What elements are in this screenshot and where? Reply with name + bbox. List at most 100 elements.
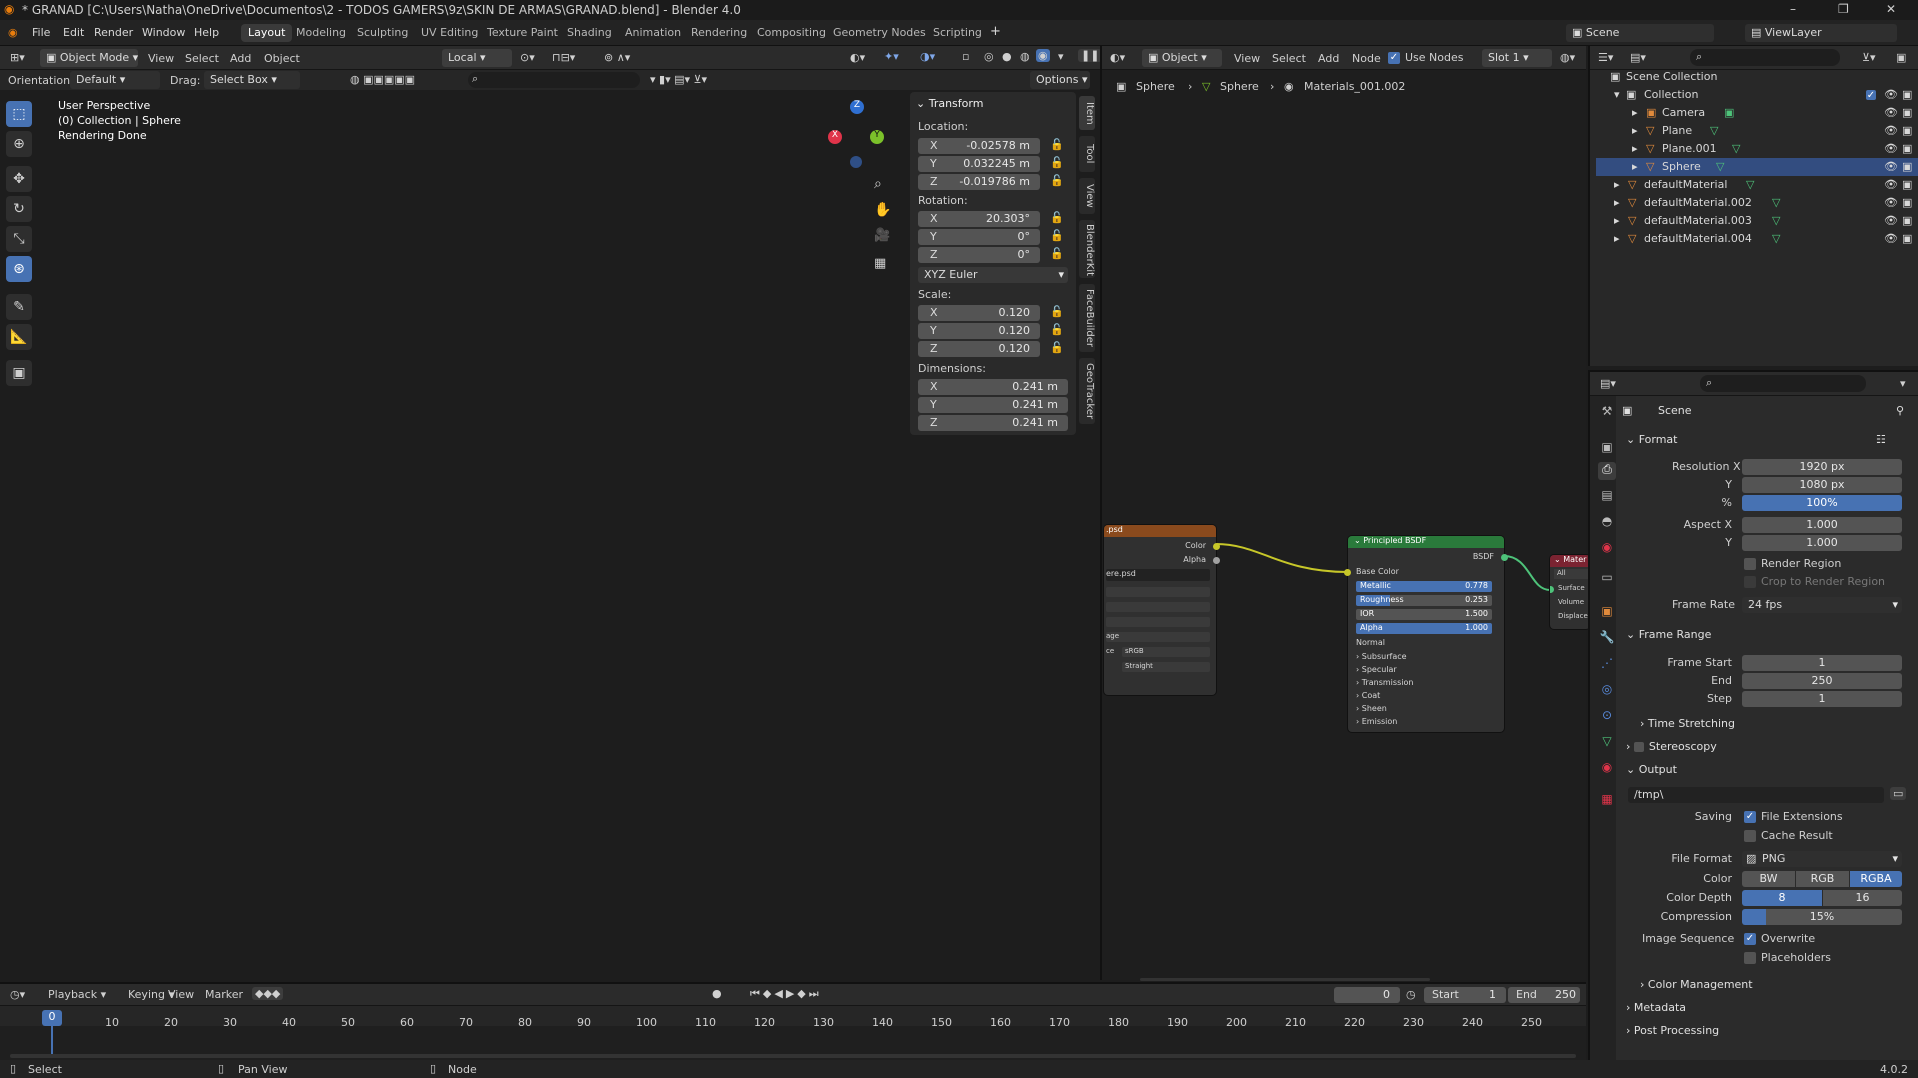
timeline-menu-playback[interactable]: Playback ▾ — [48, 988, 106, 1001]
gizmo-z-axis[interactable]: Z — [850, 100, 864, 114]
output-panel-header[interactable]: ⌄ Output — [1626, 763, 1677, 776]
outliner-search-input[interactable]: ⌕ — [1690, 49, 1840, 66]
options-button[interactable]: Options ▾ — [1030, 71, 1090, 89]
scale-x-field[interactable]: X 0.120 — [918, 305, 1040, 321]
menu-render[interactable]: Render — [94, 26, 133, 39]
menu-file[interactable]: File — [32, 26, 50, 39]
tab-shading[interactable]: Shading — [560, 24, 619, 42]
outliner-row-material-4[interactable]: ▸ ▽ defaultMaterial.004 ▽ 👁 ▣ — [1596, 230, 1918, 248]
gizmo-x-axis[interactable]: X — [828, 130, 842, 144]
rotation-x-field[interactable]: X 20.303° — [918, 211, 1040, 227]
lock-location-y-icon[interactable]: 🔓 — [1050, 156, 1064, 169]
stereoscopy-panel-header[interactable]: › Stereoscopy — [1626, 740, 1717, 753]
render-camera-icon[interactable]: ▣ — [1902, 214, 1912, 227]
visibility-eye-icon[interactable]: 👁 — [1884, 196, 1898, 209]
source-dropdown[interactable]: age — [1106, 632, 1210, 642]
shading-material-icon[interactable]: ◍ — [1020, 50, 1030, 63]
outliner-row-plane[interactable]: ▸ ▽ Plane ▽ 👁 ▣ — [1596, 122, 1918, 140]
alpha-mode-dropdown[interactable]: Straight — [1122, 662, 1210, 672]
texture-properties-icon[interactable]: ▦ — [1598, 792, 1616, 810]
post-processing-panel-header[interactable]: › Post Processing — [1626, 1024, 1719, 1037]
frame-rate-dropdown[interactable]: 24 fps ▾ — [1742, 597, 1902, 613]
tool-search-input[interactable]: ⌕ — [468, 72, 640, 88]
color-mode-bw[interactable]: BW — [1742, 871, 1795, 887]
new-collection-icon[interactable]: ▣ — [1896, 51, 1906, 64]
time-stretching-panel-header[interactable]: › Time Stretching — [1640, 717, 1735, 730]
transform-tool-icon[interactable]: ⊛ — [6, 256, 32, 282]
node-editor-scrollbar[interactable] — [1140, 978, 1430, 981]
format-panel-header[interactable]: ⌄ Format — [1626, 433, 1677, 446]
select-tool-icon[interactable]: ⬚ — [6, 101, 32, 127]
dimensions-z-field[interactable]: Z 0.241 m — [918, 415, 1068, 431]
particles-properties-icon[interactable]: ⋰ — [1598, 656, 1616, 674]
gizmo-y-axis[interactable]: Y — [870, 130, 884, 144]
transform-panel-title[interactable]: ⌄ Transform — [916, 97, 983, 110]
pivot-icon[interactable]: ⊙▾ — [520, 51, 535, 64]
overwrite-checkbox[interactable]: ✓ Overwrite — [1744, 932, 1815, 945]
resolution-x-field[interactable]: 1920 px — [1742, 459, 1902, 475]
lock-rotation-y-icon[interactable]: 🔓 — [1050, 229, 1064, 242]
shading-rendered-icon[interactable]: ◉ — [1036, 49, 1050, 62]
display-mode-icon[interactable]: ▤▾ — [1630, 51, 1646, 64]
render-camera-icon[interactable]: ▣ — [1902, 232, 1912, 245]
annotate-tool-icon[interactable]: ✎ — [6, 294, 32, 320]
move-tool-icon[interactable]: ✥ — [6, 166, 32, 192]
scale-y-field[interactable]: Y 0.120 — [918, 323, 1040, 339]
bsdf-node-header[interactable]: ⌄ Principled BSDF — [1348, 536, 1504, 548]
close-button[interactable]: ✕ — [1886, 2, 1896, 16]
filter-icon[interactable]: ▾ ▮▾ ▤▾ ⊻▾ — [650, 73, 707, 86]
visibility-eye-icon[interactable]: 👁 — [1884, 178, 1898, 191]
outliner-editor-type-icon[interactable]: ☰▾ — [1598, 51, 1613, 64]
use-nodes-checkbox[interactable]: ✓ Use Nodes — [1388, 51, 1464, 64]
tab-scripting[interactable]: Scripting — [926, 24, 989, 42]
tab-texture-paint[interactable]: Texture Paint — [480, 24, 565, 42]
colorspace-dropdown[interactable]: sRGB — [1122, 647, 1210, 657]
timeline-menu-marker[interactable]: Marker — [205, 988, 243, 1001]
end-frame-field[interactable]: End 250 — [1508, 987, 1580, 1003]
roughness-field[interactable]: Roughness 0.253 — [1356, 595, 1492, 606]
render-region-checkbox[interactable]: Render Region — [1744, 557, 1841, 570]
lock-rotation-x-icon[interactable]: 🔓 — [1050, 211, 1064, 224]
lock-rotation-z-icon[interactable]: 🔓 — [1050, 247, 1064, 260]
metallic-field[interactable]: Metallic 0.778 — [1356, 581, 1492, 592]
mode-selector[interactable]: ▣ Object Mode ▾ — [40, 49, 138, 67]
extension-dropdown[interactable] — [1106, 617, 1210, 627]
gizmo-toggle-icon[interactable]: ✦▾ — [884, 50, 899, 63]
snapping-icons[interactable]: ◍ ▣▣▣▣▣ — [350, 73, 415, 86]
minimize-button[interactable]: – — [1790, 2, 1796, 16]
shading-solid-icon[interactable]: ● — [1002, 50, 1012, 63]
snap-icon[interactable]: ⊓⊟▾ — [552, 51, 575, 64]
outliner-row-material-3[interactable]: ▸ ▽ defaultMaterial.003 ▽ 👁 ▣ — [1596, 212, 1918, 230]
node-menu-node[interactable]: Node — [1352, 52, 1381, 65]
alpha-field[interactable]: Alpha 1.000 — [1356, 623, 1492, 634]
visibility-eye-icon[interactable]: 👁 — [1884, 142, 1898, 155]
image-texture-node[interactable]: .psd Color Alpha ere.psd age ce sRGB Str… — [1104, 525, 1220, 695]
blender-menu-icon[interactable]: ◉ — [8, 26, 18, 39]
editor-type-icon[interactable]: ⊞▾ — [10, 51, 25, 64]
color-mode-rgb[interactable]: RGB — [1796, 871, 1849, 887]
ior-field[interactable]: IOR 1.500 — [1356, 609, 1492, 620]
tab-sculpting[interactable]: Sculpting — [350, 24, 415, 42]
format-presets-icon[interactable]: ☷ — [1876, 433, 1886, 446]
pause-render-icon[interactable]: ❚❚ — [1078, 49, 1103, 62]
visibility-icon[interactable]: ◐▾ — [850, 51, 865, 64]
file-format-dropdown[interactable]: ▨ PNG ▾ — [1742, 851, 1902, 867]
view-layer-properties-icon[interactable]: ▤ — [1598, 488, 1616, 506]
lock-location-z-icon[interactable]: 🔓 — [1050, 174, 1064, 187]
location-z-field[interactable]: Z -0.019786 m — [918, 174, 1040, 190]
coat-panel[interactable]: › Coat — [1356, 691, 1380, 700]
tab-facebuilder[interactable]: FaceBuilder — [1079, 284, 1095, 352]
rotation-y-field[interactable]: Y 0° — [918, 229, 1040, 245]
measure-tool-icon[interactable]: 📐 — [6, 324, 32, 350]
aspect-x-field[interactable]: 1.000 — [1742, 517, 1902, 533]
data-properties-icon[interactable]: ▽ — [1598, 734, 1616, 752]
properties-search-input[interactable]: ⌕ — [1700, 375, 1866, 392]
output-target-dropdown[interactable]: All — [1554, 569, 1588, 579]
shader-type-selector[interactable]: ▣ Object ▾ — [1142, 49, 1222, 67]
tab-compositing[interactable]: Compositing — [750, 24, 833, 42]
maximize-button[interactable]: ❐ — [1838, 2, 1849, 16]
socket-alpha-out[interactable] — [1213, 557, 1220, 564]
camera-view-icon[interactable]: 🎥 — [874, 228, 890, 243]
world-properties-icon[interactable]: ◉ — [1598, 540, 1616, 558]
socket-color-out[interactable] — [1213, 543, 1220, 550]
